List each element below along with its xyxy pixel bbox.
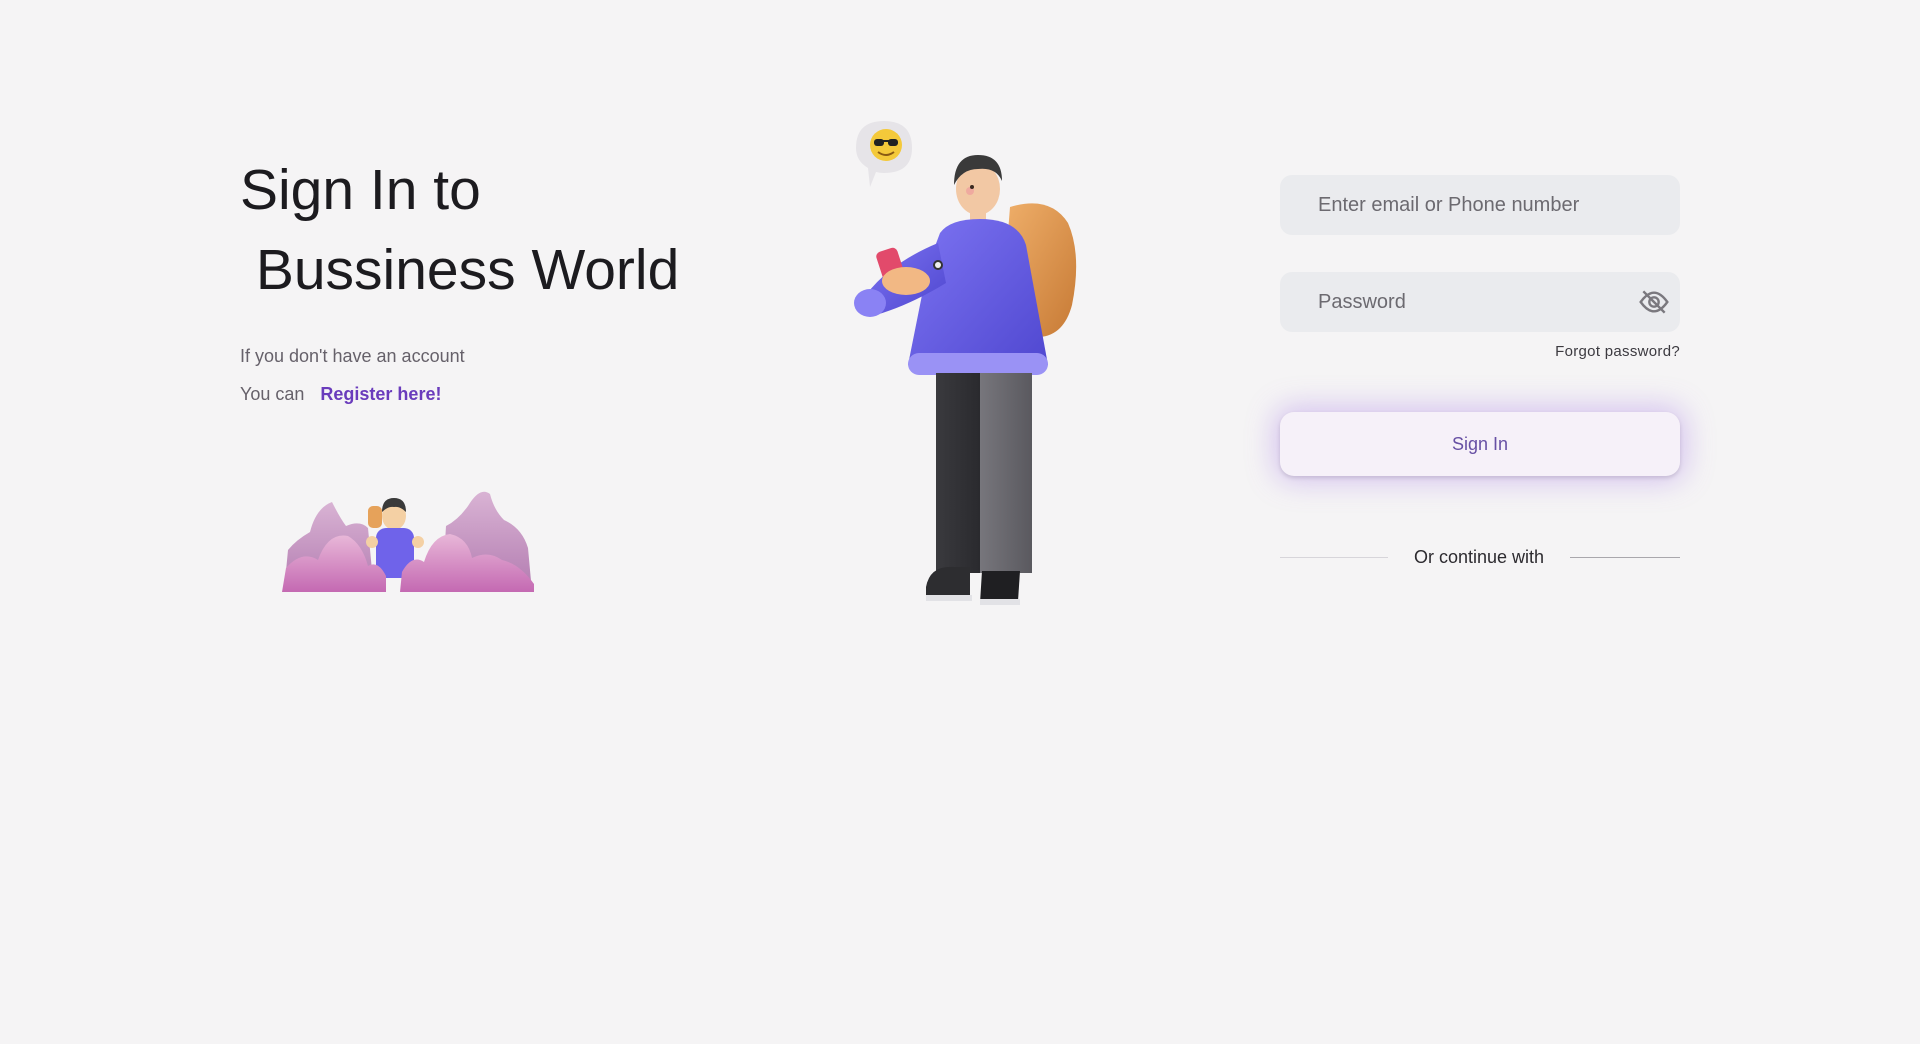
page-title-line-1: Sign In to bbox=[240, 158, 481, 222]
hero-illustration bbox=[854, 121, 1077, 605]
register-prompt: If you don't have an account You can Regi… bbox=[240, 344, 465, 406]
divider-line-right bbox=[1570, 556, 1680, 558]
continue-with-divider: Or continue with bbox=[1280, 545, 1680, 569]
register-line: You can Register here! bbox=[240, 382, 465, 406]
email-field-container bbox=[1280, 175, 1680, 235]
forgot-password-link[interactable]: Forgot password? bbox=[1555, 343, 1680, 360]
you-can-text: You can bbox=[240, 384, 305, 404]
page-title-line-2: Bussiness World bbox=[240, 238, 680, 302]
sign-in-form: Forgot password? Sign In Or continue wit… bbox=[1280, 175, 1680, 567]
no-account-text: If you don't have an account bbox=[240, 346, 465, 366]
password-field-container bbox=[1280, 272, 1680, 332]
register-link[interactable]: Register here! bbox=[320, 384, 441, 404]
eye-off-icon[interactable] bbox=[1638, 286, 1670, 318]
password-field[interactable] bbox=[1316, 289, 1644, 315]
bush-illustration bbox=[282, 491, 534, 592]
email-field[interactable] bbox=[1316, 192, 1644, 218]
divider-text: Or continue with bbox=[1413, 546, 1545, 567]
heading-block: Sign In to Bussiness World bbox=[240, 150, 679, 310]
emoji-sunglasses-icon bbox=[856, 121, 912, 187]
divider-line-left bbox=[1280, 556, 1388, 558]
sign-in-button[interactable]: Sign In bbox=[1280, 412, 1680, 476]
